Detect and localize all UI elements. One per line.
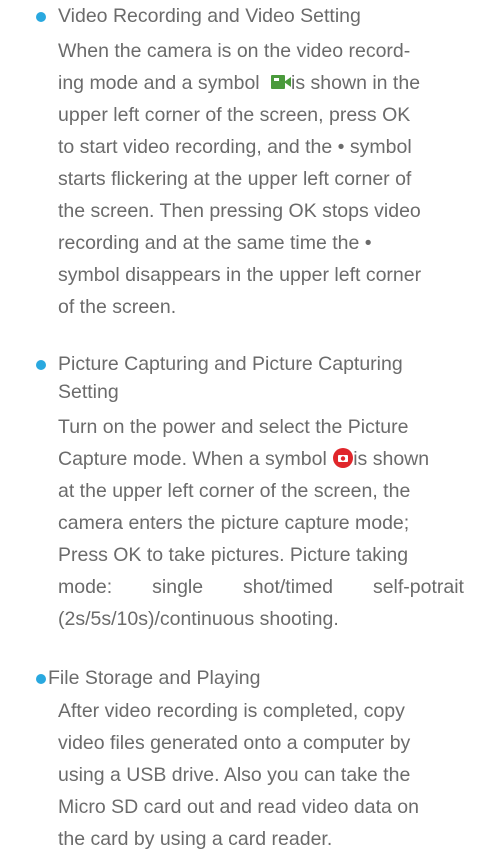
paragraph-line: camera enters the picture capture mode; xyxy=(58,512,410,534)
paragraph-line: Turn on the power and select the Picture xyxy=(58,416,409,438)
section-title-continued: Setting xyxy=(58,381,119,403)
paragraph-word: shot/timed xyxy=(243,576,333,598)
paragraph-line: After video recording is completed, copy xyxy=(58,700,405,722)
manual-page: Video Recording and Video Setting When t… xyxy=(0,0,489,850)
paragraph-word: mode: xyxy=(58,576,113,598)
paragraph-word: single xyxy=(152,576,204,598)
paragraph-line: of the screen. xyxy=(58,296,177,318)
paragraph-text: Capture mode. When a symbol xyxy=(58,448,327,470)
paragraph-line: Capture mode. When a symbol is shown xyxy=(58,443,464,475)
paragraph-line: using a USB drive. Also you can take the xyxy=(58,764,411,786)
bullet-icon xyxy=(36,674,46,684)
paragraph-line: symbol disappears in the upper left corn… xyxy=(58,264,422,286)
paragraph-line: starts flickering at the upper left corn… xyxy=(58,168,412,190)
section-title: File Storage and Playing xyxy=(48,667,261,689)
paragraph-line: Press OK to take pictures. Picture takin… xyxy=(58,544,409,566)
bullet-icon xyxy=(36,360,46,370)
paragraph-line: mode: single shot/timed self-potrait xyxy=(58,571,464,603)
paragraph-line: (2s/5s/10s)/continuous shooting. xyxy=(58,608,339,630)
paragraph-line: to start video recording, and the • symb… xyxy=(58,136,412,158)
paragraph-line: When the camera is on the video record- xyxy=(58,40,411,62)
paragraph-line: ing mode and a symbol is shown in the xyxy=(58,67,464,99)
section-title: Video Recording and Video Setting xyxy=(58,5,361,27)
bullet-icon xyxy=(36,12,46,22)
paragraph-line: video files generated onto a computer by xyxy=(58,732,411,754)
paragraph-line: upper left corner of the screen, press O… xyxy=(58,104,411,126)
camera-icon xyxy=(333,447,354,468)
paragraph-text: is shown xyxy=(353,448,430,470)
paragraph-line: the screen. Then pressing OK stops video xyxy=(58,200,421,222)
paragraph-text: ing mode and a symbol xyxy=(58,72,260,94)
paragraph-text: is shown in the xyxy=(291,72,421,94)
video-camera-icon xyxy=(271,74,292,89)
paragraph-line: the card by using a card reader. xyxy=(58,828,333,850)
paragraph-line: recording and at the same time the • xyxy=(58,232,372,254)
paragraph-word: self-potrait xyxy=(372,576,464,598)
paragraph-line: Micro SD card out and read video data on xyxy=(58,796,419,818)
paragraph-line: at the upper left corner of the screen, … xyxy=(58,480,411,502)
